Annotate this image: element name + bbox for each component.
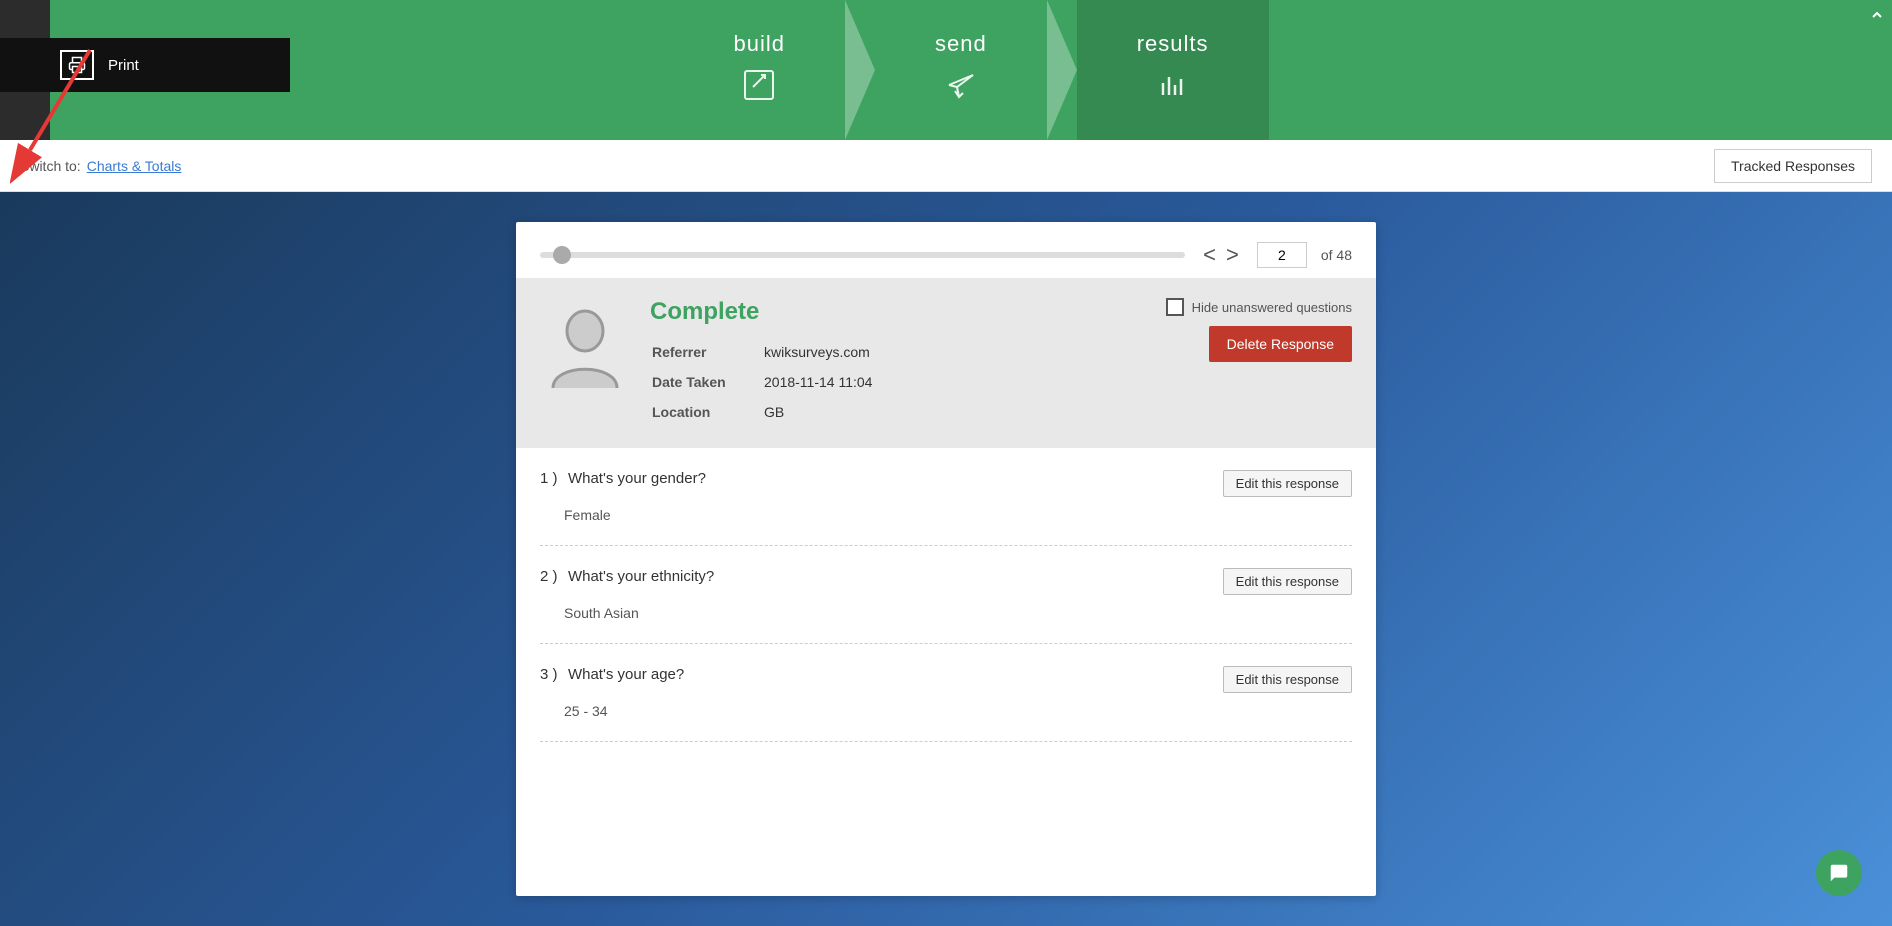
print-icon[interactable] [60, 50, 94, 80]
response-header: Complete Referrer kwiksurveys.com Date T… [516, 278, 1376, 448]
referrer-value: kwiksurveys.com [754, 338, 872, 366]
question-row-1: 1 ) What's your gender? Edit this respon… [540, 470, 1352, 497]
main-content: < > 2 of 48 Complete Referrer kwiksurvey… [0, 192, 1892, 926]
answer-2: South Asian [540, 605, 1352, 621]
response-info: Complete Referrer kwiksurveys.com Date T… [650, 298, 1146, 428]
hide-unanswered-control: Hide unanswered questions [1166, 298, 1352, 316]
question-text-2: What's your ethnicity? [568, 568, 714, 585]
send-icon [943, 67, 979, 110]
question-item-1: 1 ) What's your gender? Edit this respon… [540, 448, 1352, 546]
chevron-divider-2 [1047, 0, 1077, 140]
nav-arrows[interactable]: < > [1199, 244, 1243, 266]
date-value: 2018-11-14 11:04 [754, 368, 872, 396]
tracked-responses-button[interactable]: Tracked Responses [1714, 149, 1872, 183]
location-label: Location [652, 398, 752, 426]
response-slider[interactable] [540, 252, 1185, 258]
slider-thumb[interactable] [553, 246, 571, 264]
chevron-divider-1 [845, 0, 875, 140]
delete-response-button[interactable]: Delete Response [1209, 326, 1352, 362]
nav-steps: build send result [50, 0, 1892, 140]
response-card: < > 2 of 48 Complete Referrer kwiksurvey… [516, 222, 1376, 896]
avatar [540, 298, 630, 398]
location-value: GB [754, 398, 872, 426]
date-label: Date Taken [652, 368, 752, 396]
nav-step-results[interactable]: results [1077, 0, 1269, 140]
referrer-label: Referrer [652, 338, 752, 366]
edit-response-button-2[interactable]: Edit this response [1223, 568, 1352, 595]
charts-totals-link[interactable]: Charts & Totals [87, 158, 182, 174]
answer-3: 25 - 34 [540, 703, 1352, 719]
question-item-2: 2 ) What's your ethnicity? Edit this res… [540, 546, 1352, 644]
question-text-1: What's your gender? [568, 470, 706, 487]
page-total: of 48 [1321, 247, 1352, 263]
answer-1: Female [540, 507, 1352, 523]
results-icon [1155, 67, 1191, 110]
print-label: Print [108, 57, 139, 74]
edit-response-button-3[interactable]: Edit this response [1223, 666, 1352, 693]
hide-unanswered-checkbox[interactable] [1166, 298, 1184, 316]
next-arrow-icon[interactable]: > [1222, 244, 1243, 266]
status-badge: Complete [650, 298, 1146, 326]
question-row-2: 2 ) What's your ethnicity? Edit this res… [540, 568, 1352, 595]
page-number-input[interactable]: 2 [1257, 242, 1307, 268]
collapse-button[interactable] [1862, 0, 1892, 30]
question-item-3: 3 ) What's your age? Edit this response … [540, 644, 1352, 742]
switch-prefix: Switch to: [20, 158, 81, 174]
edit-response-button-1[interactable]: Edit this response [1223, 470, 1352, 497]
question-label-2: 2 ) What's your ethnicity? [540, 568, 714, 586]
question-label-1: 1 ) What's your gender? [540, 470, 706, 488]
question-number-1: 1 ) [540, 470, 558, 487]
chat-bubble-button[interactable] [1816, 850, 1862, 896]
prev-arrow-icon[interactable]: < [1199, 244, 1220, 266]
nav-step-send[interactable]: send [875, 0, 1047, 140]
toolbar: Switch to: Charts & Totals Tracked Respo… [0, 140, 1892, 192]
question-label-3: 3 ) What's your age? [540, 666, 684, 684]
nav-step-build[interactable]: build [674, 0, 845, 140]
toolbar-left: Switch to: Charts & Totals [20, 158, 181, 174]
question-number-3: 3 ) [540, 666, 558, 683]
build-icon [741, 67, 777, 110]
questions-area: 1 ) What's your gender? Edit this respon… [516, 448, 1376, 742]
question-number-2: 2 ) [540, 568, 558, 585]
print-tooltip: Print [0, 38, 290, 92]
hide-unanswered-label: Hide unanswered questions [1192, 300, 1352, 315]
slider-area: < > 2 of 48 [516, 222, 1376, 278]
question-row-3: 3 ) What's your age? Edit this response [540, 666, 1352, 693]
question-text-3: What's your age? [568, 666, 684, 683]
response-actions: Hide unanswered questions Delete Respons… [1166, 298, 1352, 362]
response-metadata: Referrer kwiksurveys.com Date Taken 2018… [650, 336, 874, 428]
